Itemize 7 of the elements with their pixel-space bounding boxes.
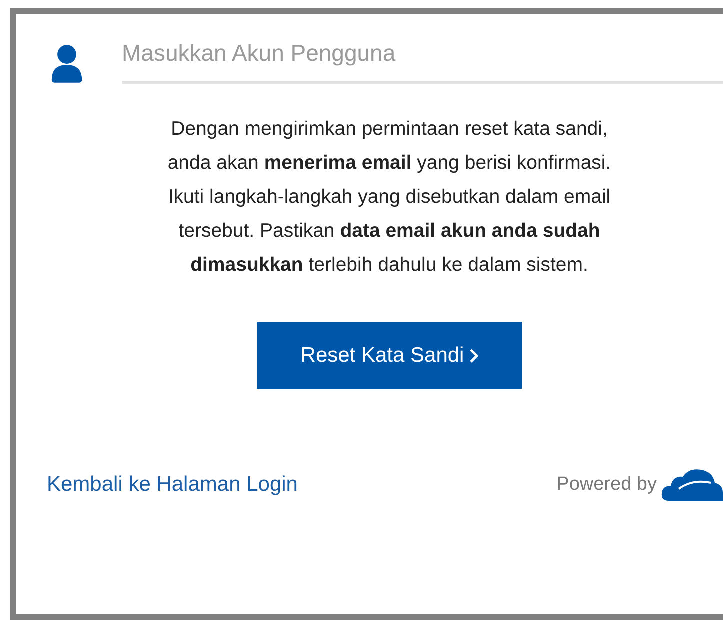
powered-by-text: Powered by: [556, 474, 657, 496]
back-to-login-link[interactable]: Kembali ke Halaman Login: [47, 473, 298, 497]
user-icon: [50, 44, 84, 84]
reset-password-button[interactable]: Reset Kata Sandi: [257, 322, 522, 389]
chevron-right-icon: [470, 348, 478, 362]
reset-instructions: Dengan mengirimkan permintaan reset kata sandi, anda akan menerima email yang berisi konfirmasi. Ikuti langkah-langkah yang disebutkan dalam email tersebut. Pastikan data email akun anda sudah dimasukkan terlebih dahulu ke dalam sistem.: [166, 117, 612, 278]
cloud-logo-icon: [661, 467, 723, 503]
